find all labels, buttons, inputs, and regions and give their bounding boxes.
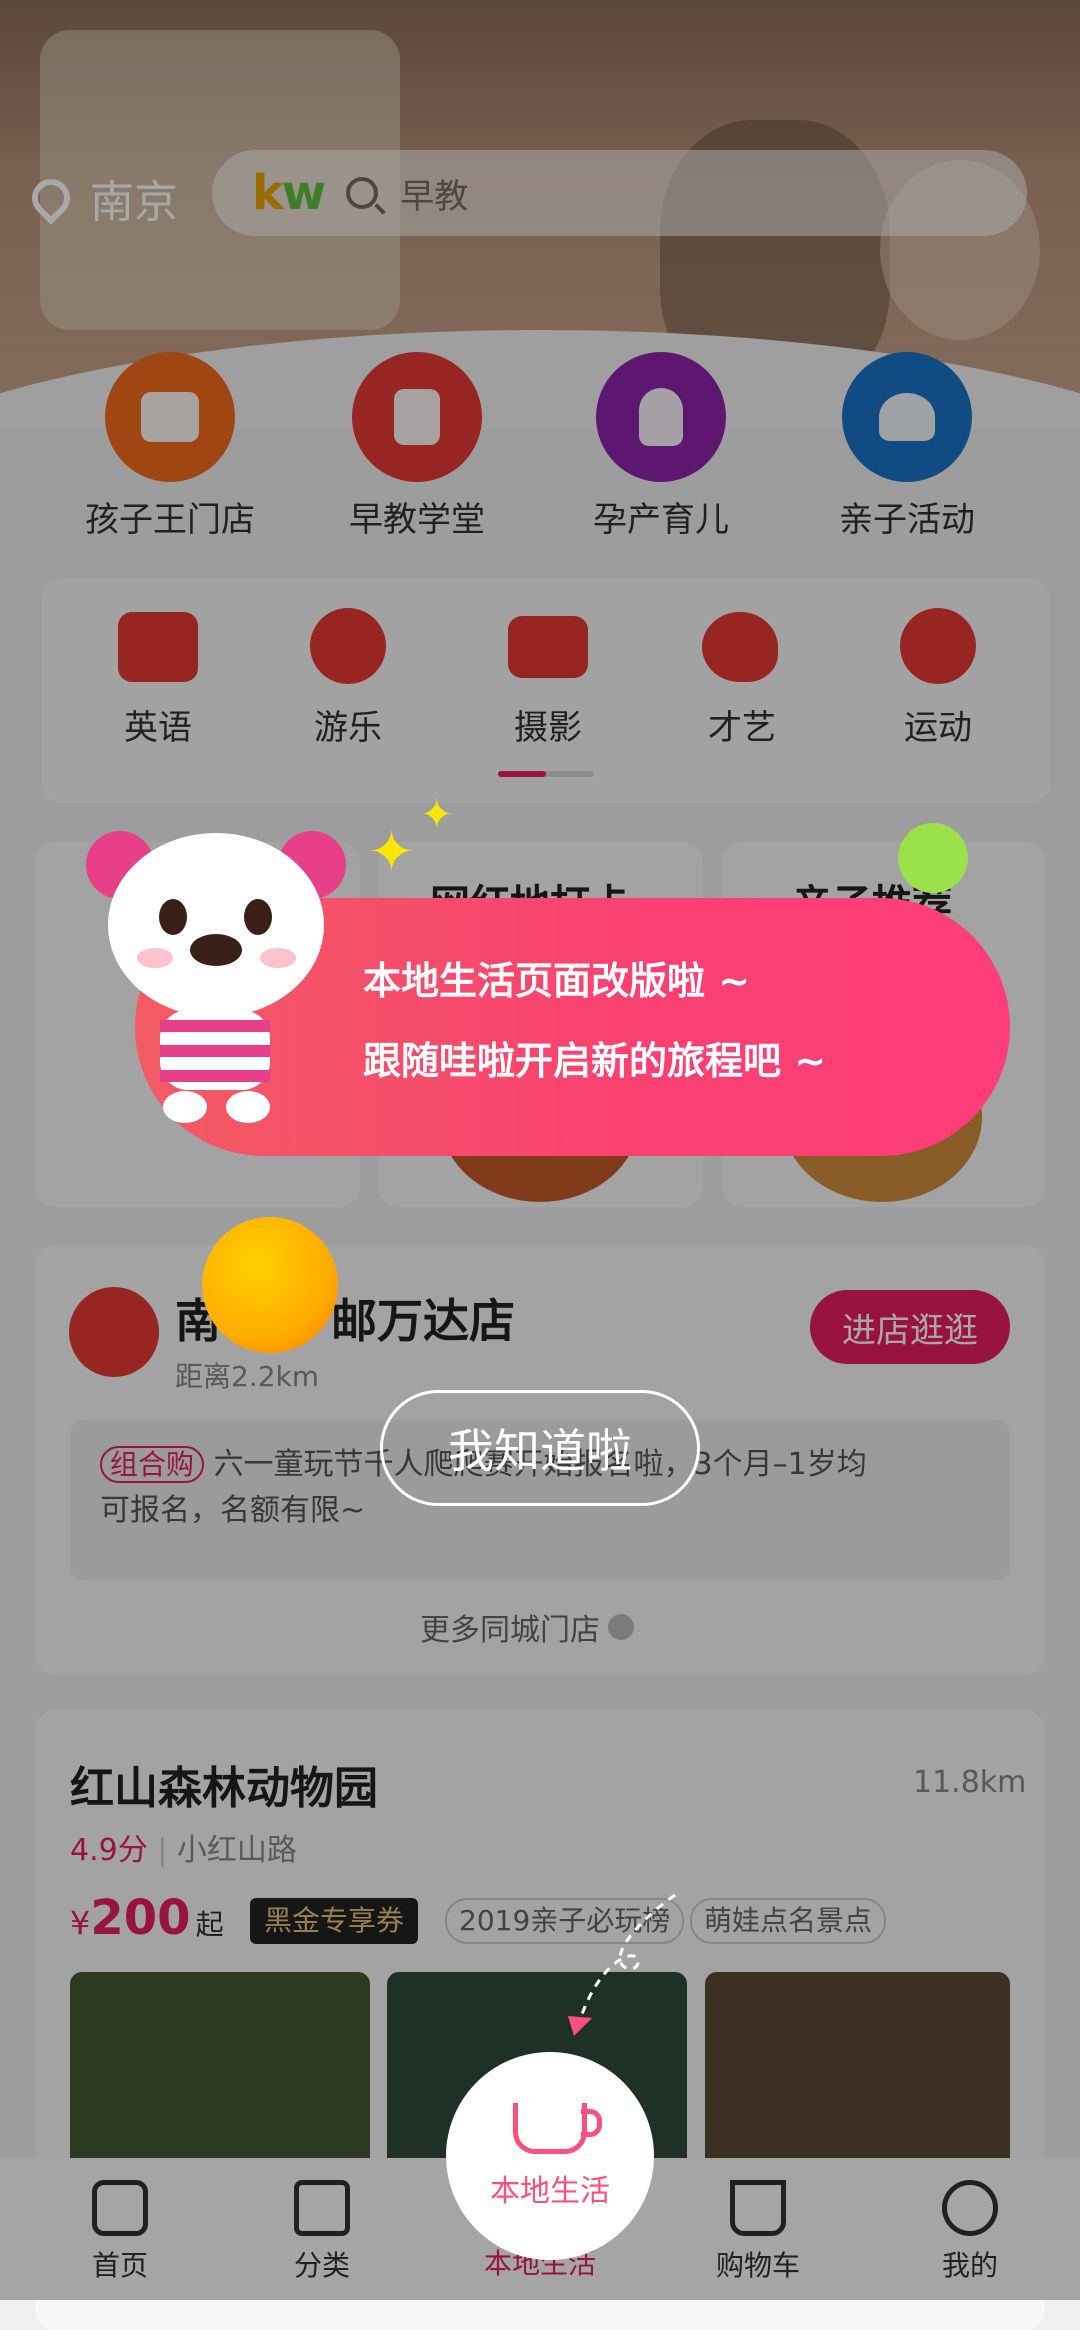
sparkle-icon: ✦: [368, 820, 415, 885]
got-it-button[interactable]: 我知道啦: [380, 1390, 700, 1506]
sparkle-icon: ✦: [420, 792, 454, 838]
local-life-highlight[interactable]: 本地生活: [446, 2052, 654, 2260]
decor-dot: [202, 1217, 338, 1353]
coffee-cup-icon: [513, 2102, 602, 2154]
decor-dot: [898, 823, 968, 893]
guide-line-2: 跟随哇啦开启新的旅程吧 ~: [363, 1039, 827, 1083]
guide-arrow-icon: [568, 1893, 676, 2036]
guide-line-1: 本地生活页面改版啦 ~: [363, 959, 751, 1003]
local-life-label: 本地生活: [490, 2173, 610, 2209]
mascot-bear: [80, 825, 350, 1125]
